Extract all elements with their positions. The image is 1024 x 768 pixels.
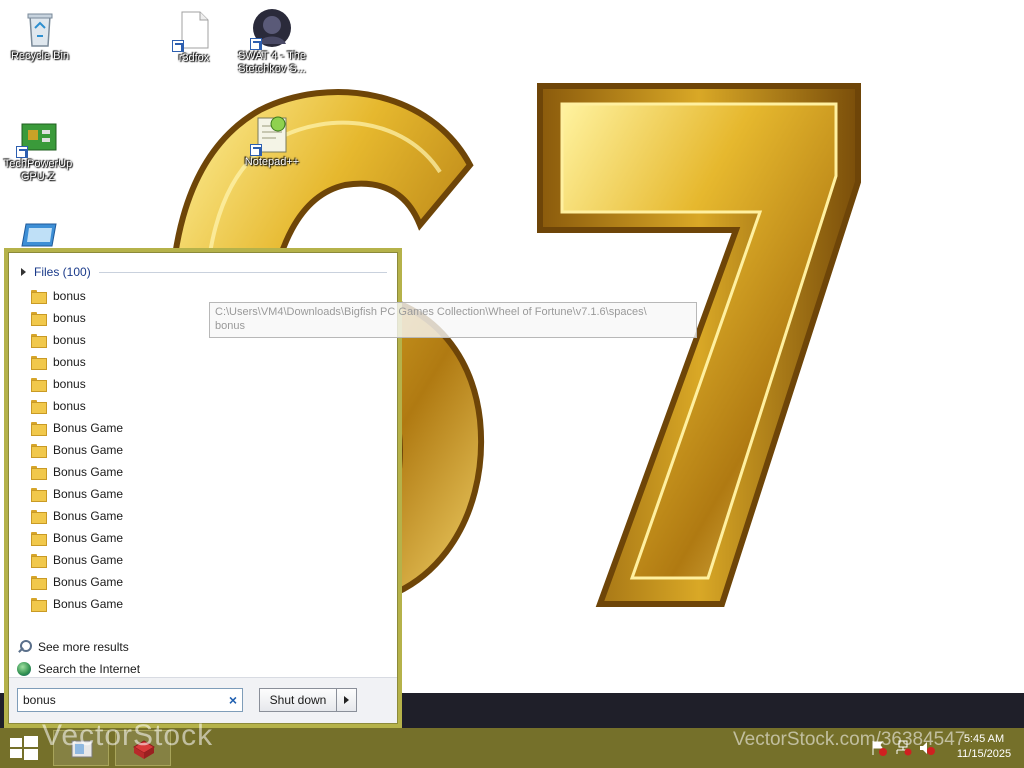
folder-icon — [31, 598, 47, 612]
result-label: bonus — [53, 311, 86, 325]
desktop-icon-r3dfox[interactable]: r3dfox — [156, 10, 232, 65]
vectorstock-watermark: VectorStock — [42, 719, 214, 752]
folder-icon — [31, 488, 47, 502]
folder-icon — [31, 576, 47, 590]
result-label: bonus — [53, 377, 86, 391]
windows-logo-icon — [10, 738, 22, 747]
clock-time: 5:45 AM — [963, 733, 1005, 745]
shortcut-arrow-icon — [172, 40, 184, 52]
result-label: bonus — [53, 289, 86, 303]
recycle-bin-icon — [20, 8, 60, 48]
result-label: Bonus Game — [53, 531, 124, 545]
desktop-icon-label: TechPowerUp GPU-Z — [3, 158, 73, 183]
result-label: bonus — [53, 355, 86, 369]
shutdown-options-button[interactable] — [337, 688, 357, 712]
file-shortcut-icon — [172, 10, 214, 52]
path-tooltip: C:\Users\VM4\Downloads\Bigfish PC Games … — [209, 302, 697, 338]
network-icon[interactable] — [894, 740, 912, 756]
files-group-header[interactable]: Files (100) — [17, 263, 387, 281]
result-label: Bonus Game — [53, 465, 124, 479]
folder-icon — [31, 356, 47, 370]
gpu-z-icon — [16, 116, 58, 158]
search-input-value[interactable]: bonus — [23, 693, 224, 707]
shortcut-arrow-icon — [250, 38, 262, 50]
search-internet-label: Search the Internet — [38, 662, 141, 676]
shortcut-arrow-icon — [250, 144, 262, 156]
action-center-flag-icon[interactable] — [870, 740, 888, 756]
chevron-right-icon — [344, 696, 349, 704]
search-result-item[interactable]: Bonus Game — [27, 571, 387, 593]
windows-logo-pane — [24, 736, 38, 747]
folder-icon — [31, 378, 47, 392]
result-label: Bonus Game — [53, 597, 124, 611]
folder-icon — [31, 554, 47, 568]
tooltip-name-line: bonus — [215, 320, 245, 332]
desktop-icon-gpu-z[interactable]: TechPowerUp GPU-Z — [0, 116, 76, 184]
folder-icon — [31, 400, 47, 414]
desktop-icon-label: Recycle Bin — [10, 50, 70, 62]
desktop-icon-swat4[interactable]: SWAT 4 - The Stetchkov S... — [234, 8, 310, 76]
folder-icon — [31, 334, 47, 348]
search-internet-link[interactable]: Search the Internet — [17, 659, 140, 679]
desktop-icon-notepad-plus-plus[interactable]: Notepad++ — [234, 114, 310, 169]
desktop-icon-label: SWAT 4 - The Stetchkov S... — [237, 50, 307, 75]
search-result-item[interactable]: Bonus Game — [27, 417, 387, 439]
folder-icon — [31, 466, 47, 480]
start-menu-footer: bonus × Shut down — [9, 677, 397, 723]
files-group-label: Files (100) — [34, 265, 91, 279]
search-result-item[interactable]: Bonus Game — [27, 593, 387, 615]
volume-muted-icon[interactable] — [918, 740, 936, 756]
folder-icon — [31, 312, 47, 326]
folder-icon — [31, 444, 47, 458]
globe-icon — [17, 662, 31, 676]
tooltip-path-line: C:\Users\VM4\Downloads\Bigfish PC Games … — [215, 306, 647, 318]
search-result-item[interactable]: Bonus Game — [27, 549, 387, 571]
result-label: bonus — [53, 333, 86, 347]
search-icon — [17, 640, 32, 654]
see-more-results-link[interactable]: See more results — [17, 637, 129, 657]
result-label: Bonus Game — [53, 421, 124, 435]
shutdown-split-button: Shut down — [259, 688, 357, 712]
shutdown-button[interactable]: Shut down — [259, 688, 337, 712]
notepad-plus-plus-icon — [250, 114, 292, 156]
search-result-item[interactable]: bonus — [27, 351, 387, 373]
result-label: Bonus Game — [53, 443, 124, 457]
result-label: bonus — [53, 399, 86, 413]
folder-icon — [31, 510, 47, 524]
desktop-icon-label: Notepad++ — [244, 156, 300, 168]
result-label: Bonus Game — [53, 575, 124, 589]
swat4-game-icon — [250, 8, 292, 50]
search-result-item[interactable]: Bonus Game — [27, 527, 387, 549]
desktop-icon-label: r3dfox — [178, 52, 210, 64]
folder-icon — [31, 532, 47, 546]
shortcut-arrow-icon — [16, 146, 28, 158]
windows-logo-pane — [24, 749, 38, 760]
windows-logo-pane — [10, 749, 22, 758]
result-label: Bonus Game — [53, 509, 124, 523]
search-result-item[interactable]: Bonus Game — [27, 461, 387, 483]
search-result-item[interactable]: Bonus Game — [27, 505, 387, 527]
desktop-icon-recycle-bin[interactable]: Recycle Bin — [2, 8, 78, 63]
header-divider — [98, 271, 387, 273]
search-result-item[interactable]: Bonus Game — [27, 439, 387, 461]
system-tray — [870, 740, 936, 756]
clock-date: 11/15/2025 — [956, 748, 1012, 760]
result-label: Bonus Game — [53, 553, 124, 567]
see-more-results-label: See more results — [38, 640, 129, 654]
start-search-input[interactable]: bonus × — [17, 688, 243, 712]
folder-icon — [31, 422, 47, 436]
search-result-item[interactable]: bonus — [27, 373, 387, 395]
search-result-item[interactable]: Bonus Game — [27, 483, 387, 505]
taskbar-clock[interactable]: 5:45 AM 11/15/2025 — [952, 732, 1016, 762]
expand-arrow-icon — [21, 268, 26, 276]
clear-search-icon[interactable]: × — [224, 691, 242, 709]
result-label: Bonus Game — [53, 487, 124, 501]
search-result-item[interactable]: bonus — [27, 395, 387, 417]
start-button[interactable] — [6, 734, 40, 762]
folder-icon — [31, 290, 47, 304]
